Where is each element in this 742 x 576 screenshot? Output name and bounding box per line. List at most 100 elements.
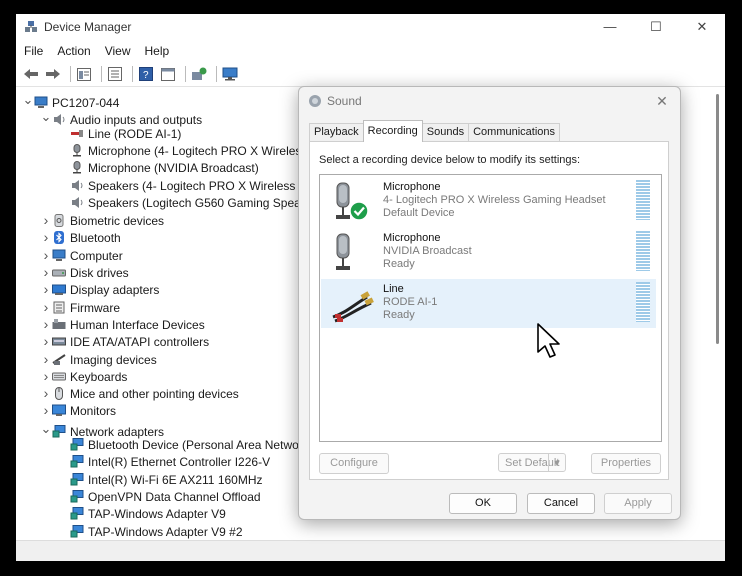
- ok-button[interactable]: OK: [449, 493, 517, 514]
- tree-item-label: Line (RODE AI-1): [88, 126, 182, 141]
- tree-category[interactable]: › IDE ATA/ATAPI controllers: [40, 333, 210, 350]
- tree-category[interactable]: ⌄ Network adapters: [40, 420, 165, 439]
- microphone-icon: [70, 143, 84, 157]
- tab-playback[interactable]: Playback: [309, 123, 364, 142]
- network-icon: [70, 524, 84, 538]
- update-driver-icon[interactable]: [190, 65, 208, 83]
- tab-sounds[interactable]: Sounds: [421, 123, 470, 142]
- tree-category[interactable]: › Human Interface Devices: [40, 316, 205, 333]
- properties-icon[interactable]: [106, 65, 124, 83]
- tab-communications[interactable]: Communications: [468, 123, 561, 142]
- chevron-right-icon[interactable]: ›: [40, 402, 52, 419]
- tree-item-label: TAP-Windows Adapter V9 #2: [88, 524, 243, 539]
- configure-button[interactable]: Configure: [319, 453, 389, 474]
- tree-category[interactable]: › Keyboards: [40, 368, 128, 385]
- tree-item-label: Monitors: [70, 404, 117, 419]
- device-item-microphone-logitech[interactable]: Microphone 4- Logitech PRO X Wireless Ga…: [321, 177, 656, 226]
- keyboard-icon: [52, 370, 66, 383]
- device-item-microphone-nvidia[interactable]: Microphone NVIDIA Broadcast Ready: [321, 228, 656, 277]
- device-item-line-rode[interactable]: Line RODE AI-1 Ready: [321, 279, 656, 328]
- menu-action[interactable]: Action: [57, 44, 90, 58]
- chevron-right-icon[interactable]: ›: [40, 333, 52, 350]
- tree-root-computer[interactable]: ⌄ PC1207-044: [22, 91, 120, 110]
- tree-category[interactable]: › Imaging devices: [40, 351, 157, 368]
- tree-item-label: Disk drives: [70, 266, 129, 280]
- forward-arrow-icon[interactable]: [44, 65, 62, 83]
- vertical-scrollbar[interactable]: [716, 94, 719, 344]
- computer-icon: [34, 96, 48, 109]
- tree-device[interactable]: Speakers (Logitech G560 Gaming Speake: [58, 195, 313, 212]
- back-arrow-icon[interactable]: [22, 65, 40, 83]
- properties-button[interactable]: Properties: [591, 453, 661, 474]
- chevron-right-icon[interactable]: ›: [40, 316, 52, 333]
- tree-category[interactable]: ⌄ Audio inputs and outputs: [40, 108, 203, 127]
- tree-category[interactable]: › Firmware: [40, 299, 120, 316]
- scan-hardware-icon[interactable]: [221, 65, 239, 83]
- device-status: Default Device: [383, 207, 455, 219]
- tree-category[interactable]: › Biometric devices: [40, 212, 164, 229]
- tree-category[interactable]: › Disk drives: [40, 264, 129, 281]
- dialog-close-button[interactable]: ✕: [652, 91, 672, 111]
- mouse-cursor-icon: [536, 322, 562, 363]
- chevron-right-icon[interactable]: ›: [40, 264, 52, 281]
- help-icon[interactable]: ?: [137, 65, 155, 83]
- device-status: Ready: [383, 309, 415, 321]
- tree-category[interactable]: › Bluetooth: [40, 229, 121, 246]
- tree-category[interactable]: › Display adapters: [40, 281, 160, 298]
- recording-device-list: Microphone 4- Logitech PRO X Wireless Ga…: [319, 174, 662, 442]
- horizontal-scrollbar[interactable]: [16, 540, 725, 561]
- chevron-right-icon[interactable]: ›: [40, 385, 52, 402]
- tab-recording[interactable]: Recording: [362, 120, 423, 142]
- tree-device[interactable]: OpenVPN Data Channel Offload: [58, 489, 261, 506]
- chevron-right-icon[interactable]: ›: [40, 247, 52, 264]
- speaker-icon: [52, 113, 66, 126]
- bluetooth-icon: [52, 231, 66, 245]
- tree-device[interactable]: Microphone (4- Logitech PRO X Wireles: [58, 143, 301, 160]
- view-icon[interactable]: [159, 65, 177, 83]
- tree-category[interactable]: › Monitors: [40, 402, 116, 419]
- recording-panel: Select a recording device below to modif…: [309, 141, 669, 480]
- minimize-button[interactable]: —: [587, 14, 633, 40]
- chevron-right-icon[interactable]: ›: [40, 299, 52, 316]
- tree-device[interactable]: Line (RODE AI-1): [58, 126, 181, 143]
- display-icon: [52, 283, 66, 296]
- chevron-right-icon[interactable]: ›: [40, 229, 52, 246]
- menu-view[interactable]: View: [105, 44, 131, 58]
- toolbar-separator: [216, 66, 217, 82]
- title-bar[interactable]: Device Manager — ☐ ✕: [16, 14, 725, 40]
- tree-category[interactable]: › Computer: [40, 247, 123, 264]
- chevron-down-icon[interactable]: ⌄: [40, 420, 52, 437]
- menu-file[interactable]: File: [24, 44, 43, 58]
- chevron-right-icon[interactable]: ›: [40, 281, 52, 298]
- tree-device[interactable]: Intel(R) Wi-Fi 6E AX211 160MHz: [58, 472, 263, 489]
- close-button[interactable]: ✕: [679, 14, 725, 40]
- cancel-button[interactable]: Cancel: [527, 493, 595, 514]
- maximize-button[interactable]: ☐: [633, 14, 679, 40]
- menu-help[interactable]: Help: [145, 44, 170, 58]
- tree-device[interactable]: Bluetooth Device (Personal Area Networ: [58, 437, 303, 454]
- chevron-down-icon[interactable]: ▼: [548, 454, 565, 472]
- tree-device[interactable]: TAP-Windows Adapter V9 #2: [58, 524, 243, 540]
- network-icon: [70, 507, 84, 520]
- set-default-button[interactable]: Set Default ▼: [498, 453, 566, 472]
- tree-device[interactable]: TAP-Windows Adapter V9: [58, 506, 226, 523]
- network-icon: [70, 438, 84, 451]
- chevron-down-icon[interactable]: ⌄: [40, 108, 52, 125]
- show-hide-tree-icon[interactable]: [75, 65, 93, 83]
- tree-device[interactable]: Speakers (4- Logitech PRO X Wireless Ga: [58, 178, 315, 195]
- chevron-right-icon[interactable]: ›: [40, 212, 52, 229]
- tree-category[interactable]: › Mice and other pointing devices: [40, 385, 239, 402]
- computer-icon: [52, 249, 66, 262]
- tree-device[interactable]: Intel(R) Ethernet Controller I226-V: [58, 454, 270, 471]
- level-meter: [636, 231, 650, 271]
- mouse-icon: [52, 387, 66, 401]
- tree-item-label: Display adapters: [70, 283, 160, 298]
- chevron-down-icon[interactable]: ⌄: [22, 91, 34, 108]
- level-meter: [636, 282, 650, 322]
- chevron-right-icon[interactable]: ›: [40, 368, 52, 385]
- network-icon: [70, 489, 84, 503]
- chevron-right-icon[interactable]: ›: [40, 351, 52, 368]
- window-title: Device Manager: [44, 20, 132, 34]
- tree-device[interactable]: Microphone (NVIDIA Broadcast): [58, 160, 259, 177]
- apply-button[interactable]: Apply: [604, 493, 672, 514]
